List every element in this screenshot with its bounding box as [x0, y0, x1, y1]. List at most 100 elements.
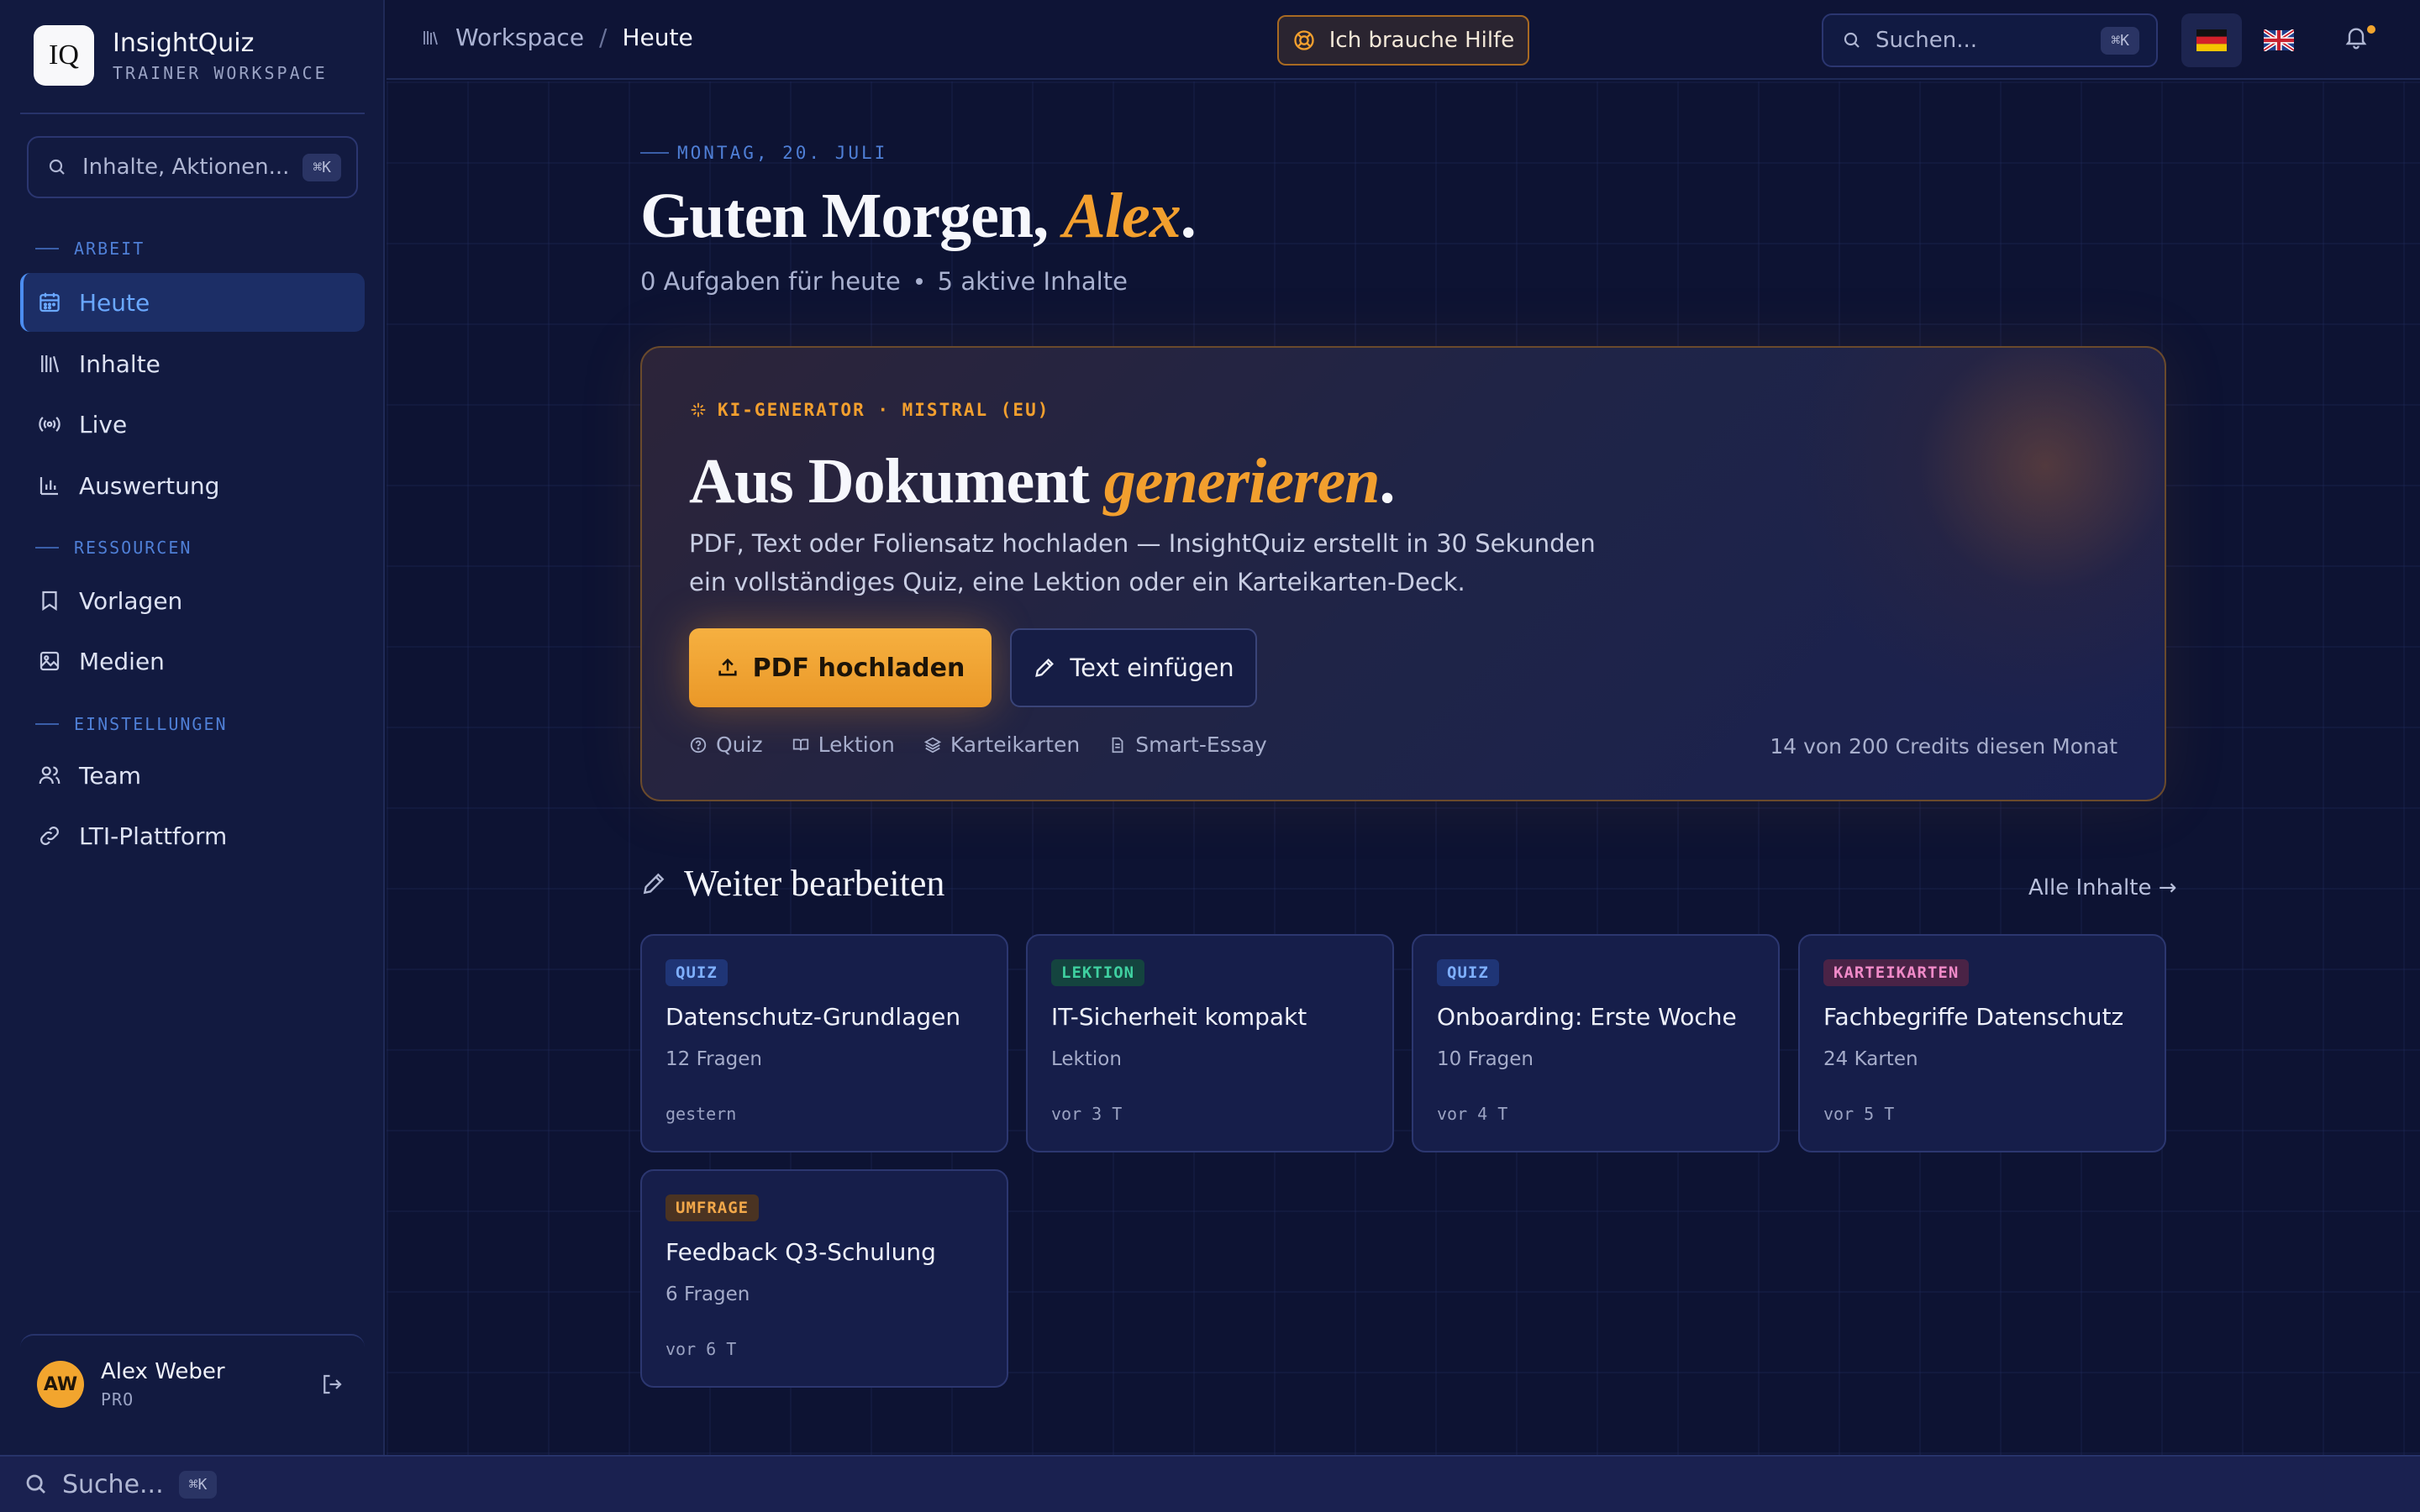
card-time: vor 3 T	[1051, 1104, 1123, 1124]
search-icon	[24, 1472, 49, 1497]
logout-icon[interactable]	[319, 1372, 345, 1397]
user-name: Alex Weber	[101, 1359, 225, 1384]
sidebar-item-label: Team	[79, 761, 142, 790]
bookmark-icon	[37, 588, 62, 613]
bullet-separator	[915, 278, 923, 285]
sidebar-item-auswertung[interactable]: Auswertung	[20, 456, 365, 515]
book-icon	[792, 736, 810, 754]
active-count: 5 aktive Inhalte	[937, 267, 1128, 296]
sidebar-item-medien[interactable]: Medien	[20, 632, 365, 690]
language-en-button[interactable]	[2249, 13, 2309, 67]
language-de-button[interactable]	[2181, 13, 2242, 67]
sidebar-item-heute[interactable]: Heute	[20, 273, 365, 332]
type-badge: LEKTION	[1051, 959, 1145, 986]
card-meta: 6 Fragen	[666, 1284, 750, 1305]
card-meta: Lektion	[1051, 1048, 1122, 1070]
library-icon	[37, 351, 62, 376]
topbar: Workspace / Heute Ich brauche Hilfe Such…	[387, 0, 2420, 80]
shortcut-badge: ⌘K	[2101, 26, 2139, 55]
type-badge: UMFRAGE	[666, 1194, 760, 1221]
pencil-icon	[1033, 656, 1056, 680]
card-time: vor 5 T	[1823, 1104, 1895, 1124]
type-badge: QUIZ	[666, 959, 728, 986]
help-button[interactable]: Ich brauche Hilfe	[1277, 15, 1529, 66]
search-icon	[47, 157, 67, 177]
generator-title-prefix: Aus Dokument	[689, 446, 1104, 517]
greeting-prefix: Guten Morgen,	[640, 181, 1064, 251]
document-icon	[1108, 736, 1127, 754]
pencil-icon	[640, 870, 667, 897]
content-card[interactable]: UMFRAGE Feedback Q3-Schulung 6 Fragen vo…	[640, 1169, 1008, 1388]
continue-section-title: Weiter bearbeiten	[684, 863, 945, 904]
sidebar-item-lti-plattform[interactable]: LTI-Plattform	[20, 806, 365, 865]
content-card[interactable]: QUIZ Datenschutz-Grundlagen 12 Fragen ge…	[640, 934, 1008, 1152]
card-time: vor 4 T	[1437, 1104, 1508, 1124]
upload-pdf-button[interactable]: PDF hochladen	[689, 628, 992, 707]
card-time: vor 6 T	[666, 1339, 737, 1359]
type-karteikarten: Karteikarten	[923, 732, 1080, 757]
calendar-icon	[37, 290, 62, 315]
sidebar-item-inhalte[interactable]: Inhalte	[20, 334, 365, 393]
bottom-search-bar[interactable]: Suche... ⌘K	[0, 1455, 2420, 1512]
generator-title: Aus Dokument generieren.	[689, 445, 1396, 518]
content-card[interactable]: LEKTION IT-Sicherheit kompakt Lektion vo…	[1026, 934, 1394, 1152]
section-label-einstellungen: EINSTELLUNGEN	[35, 714, 228, 734]
layers-icon	[923, 736, 942, 754]
search-placeholder: Suchen...	[1876, 28, 1978, 53]
image-icon	[37, 648, 62, 674]
generator-description: PDF, Text oder Foliensatz hochladen — In…	[689, 529, 1596, 596]
sidebar-item-team[interactable]: Team	[20, 746, 365, 805]
sidebar-search-input[interactable]: Inhalte, Aktionen... ⌘K	[27, 136, 358, 198]
breadcrumb-workspace[interactable]: Workspace	[455, 24, 584, 51]
brand[interactable]: IQ InsightQuiz TRAINER WORKSPACE	[34, 25, 328, 86]
card-title: Feedback Q3-Schulung	[666, 1238, 936, 1266]
content-card[interactable]: KARTEIKARTEN Fachbegriffe Datenschutz 24…	[1798, 934, 2166, 1152]
flag-de-icon	[2196, 29, 2227, 51]
breadcrumb: Workspace / Heute	[420, 24, 693, 51]
greeting-suffix: .	[1180, 181, 1197, 251]
help-circle-icon	[689, 736, 708, 754]
shortcut-badge: ⌘K	[302, 153, 341, 181]
type-badge: KARTEIKARTEN	[1823, 959, 1970, 986]
generator-tag-label: KI-GENERATOR · MISTRAL (EU)	[718, 400, 1050, 420]
user-profile[interactable]: AW Alex Weber PRO	[20, 1334, 365, 1433]
type-lektion: Lektion	[792, 732, 895, 757]
paste-text-label: Text einfügen	[1070, 654, 1234, 682]
brand-name: InsightQuiz	[113, 28, 255, 58]
type-label: Karteikarten	[950, 732, 1081, 757]
sidebar-item-label: LTI-Plattform	[79, 822, 228, 850]
broadcast-icon	[37, 412, 62, 437]
type-label: Lektion	[818, 732, 895, 757]
search-input[interactable]: Suchen... ⌘K	[1822, 13, 2158, 67]
sidebar: IQ InsightQuiz TRAINER WORKSPACE Inhalte…	[0, 0, 385, 1455]
bell-icon[interactable]	[2343, 24, 2370, 50]
sidebar-item-live[interactable]: Live	[20, 395, 365, 454]
type-quiz: Quiz	[689, 732, 763, 757]
generator-title-accent: generieren	[1103, 446, 1381, 517]
upload-icon	[716, 656, 739, 680]
content-types: Quiz Lektion Karteikarten Smart-Essay	[689, 732, 1296, 757]
type-label: Quiz	[716, 732, 763, 757]
generator-tag: KI-GENERATOR · MISTRAL (EU)	[689, 400, 1050, 420]
sidebar-item-vorlagen[interactable]: Vorlagen	[20, 571, 365, 630]
logo: IQ	[34, 25, 94, 86]
users-icon	[37, 763, 62, 788]
sidebar-item-label: Medien	[79, 647, 165, 675]
content-card[interactable]: QUIZ Onboarding: Erste Woche 10 Fragen v…	[1412, 934, 1780, 1152]
card-meta: 10 Fragen	[1437, 1048, 1534, 1070]
type-label: Smart-Essay	[1135, 732, 1267, 757]
paste-text-button[interactable]: Text einfügen	[1010, 628, 1257, 707]
flag-gb-icon	[2264, 29, 2294, 51]
divider	[20, 113, 365, 114]
lifebuoy-icon	[1292, 29, 1316, 52]
generator-title-suffix: .	[1379, 446, 1396, 517]
card-title: IT-Sicherheit kompakt	[1051, 1003, 1307, 1031]
all-content-link[interactable]: Alle Inhalte →	[2028, 875, 2177, 900]
search-icon	[1842, 30, 1862, 50]
ai-generator-card: KI-GENERATOR · MISTRAL (EU) Aus Dokument…	[640, 346, 2166, 801]
notification-dot	[2367, 25, 2375, 34]
sparkle-icon	[689, 401, 708, 419]
section-label-ressourcen: RESSOURCEN	[35, 538, 192, 558]
card-meta: 12 Fragen	[666, 1048, 763, 1070]
help-button-label: Ich brauche Hilfe	[1328, 28, 1515, 53]
